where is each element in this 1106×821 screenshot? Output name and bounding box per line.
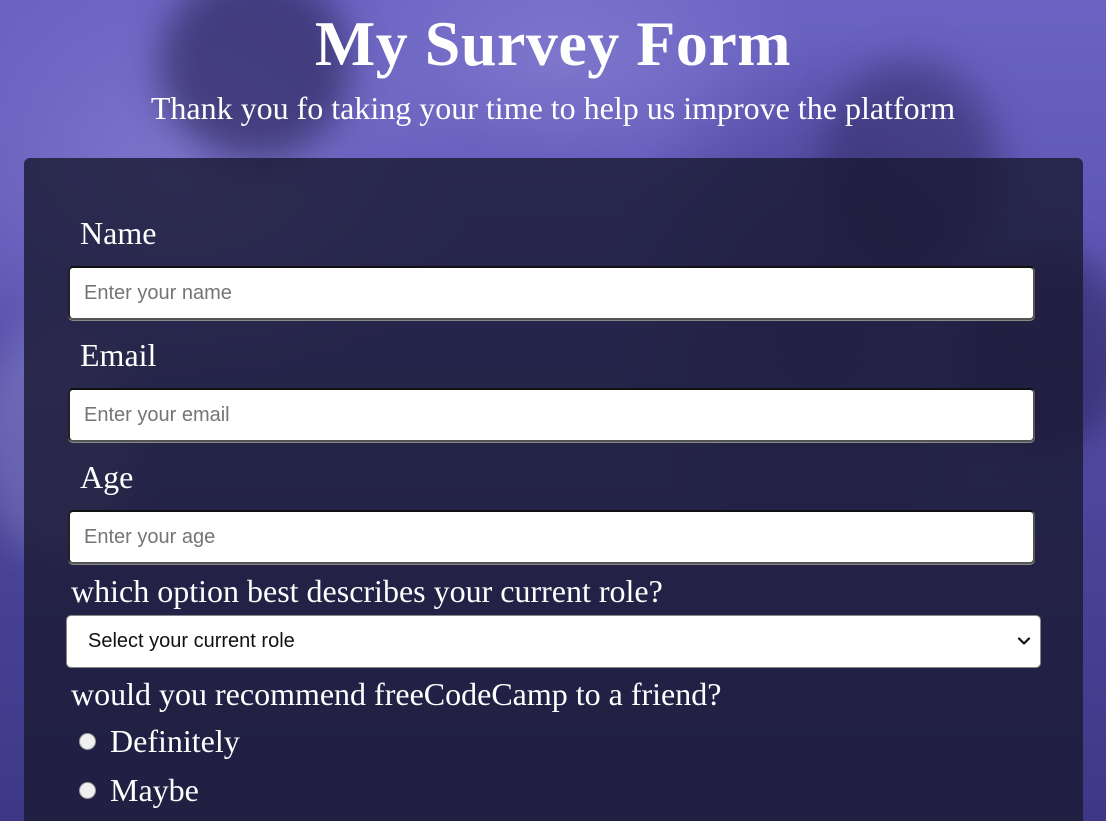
- age-label: Age: [80, 459, 134, 495]
- email-label: Email: [80, 337, 157, 373]
- radio-option-definitely[interactable]: Definitely: [79, 725, 240, 757]
- email-input[interactable]: [68, 388, 1035, 442]
- recommend-question: would you recommend freeCodeCamp to a fr…: [71, 676, 722, 712]
- role-question: which option best describes your current…: [71, 573, 663, 609]
- radio-button[interactable]: [79, 781, 96, 799]
- name-label: Name: [80, 215, 157, 251]
- page-title: My Survey Form: [314, 8, 792, 79]
- radio-label-maybe: Maybe: [110, 772, 199, 808]
- age-input[interactable]: [68, 510, 1035, 564]
- role-select-value: Select your current role: [88, 630, 295, 652]
- page-header: My Survey Form Thank you fo taking your …: [0, 0, 1106, 126]
- survey-form: Name Email Age which option best describ…: [24, 158, 1083, 821]
- role-select[interactable]: Select your current role: [66, 615, 1041, 668]
- radio-button[interactable]: [79, 732, 96, 750]
- name-input[interactable]: [68, 266, 1035, 320]
- radio-option-maybe[interactable]: Maybe: [79, 774, 199, 806]
- page-subtitle: Thank you fo taking your time to help us…: [150, 90, 956, 126]
- radio-label-definitely: Definitely: [110, 723, 240, 759]
- chevron-down-icon: [1017, 637, 1031, 645]
